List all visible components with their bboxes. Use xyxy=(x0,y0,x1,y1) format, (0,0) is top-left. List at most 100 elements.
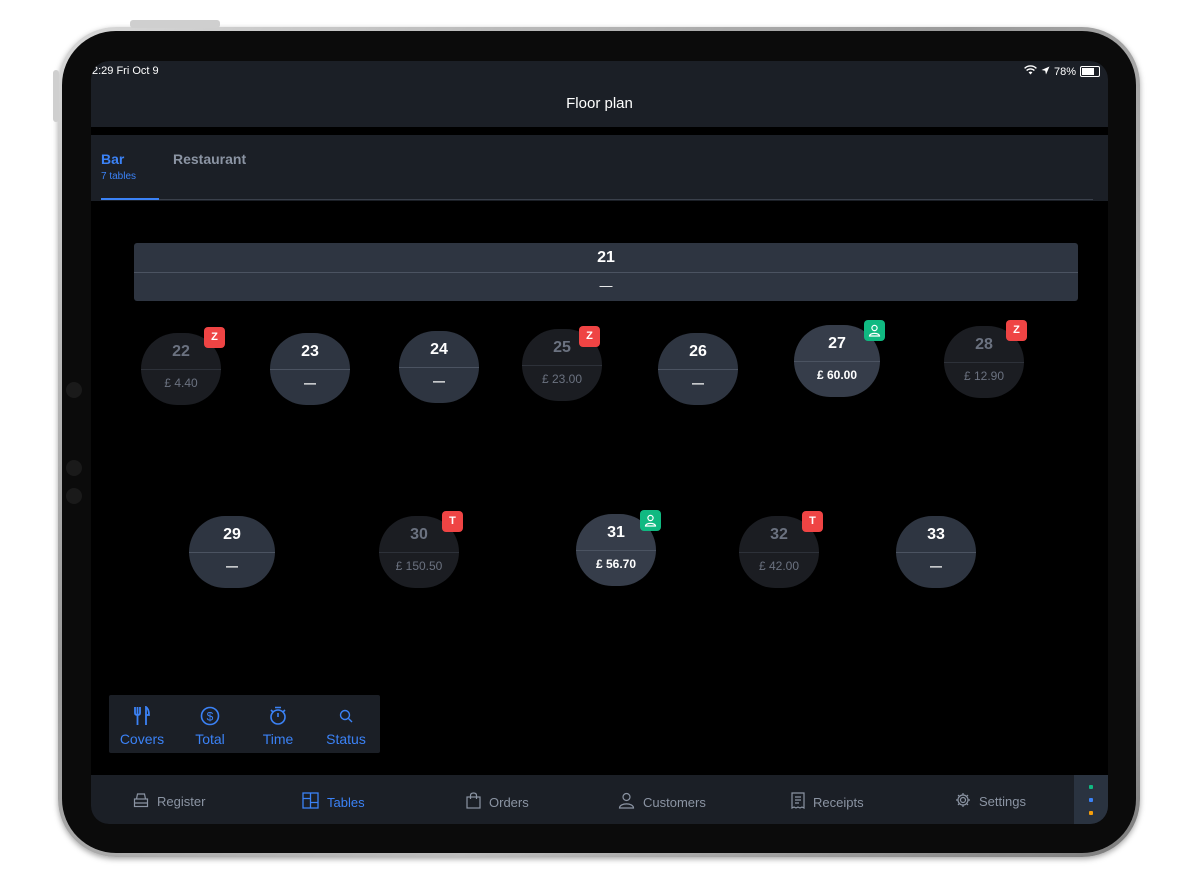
view-covers-button[interactable]: Covers xyxy=(117,705,167,747)
tab-register[interactable]: Register xyxy=(133,792,205,811)
location-icon xyxy=(1041,66,1050,78)
tab-label: Bar xyxy=(101,151,125,167)
tab-label: Customers xyxy=(643,794,706,810)
active-tab-indicator xyxy=(101,198,159,200)
person-icon xyxy=(864,320,885,341)
customers-icon xyxy=(618,792,635,812)
tab-restaurant[interactable]: Restaurant xyxy=(173,151,246,167)
divider xyxy=(379,552,459,553)
receipt-icon xyxy=(791,792,805,812)
divider xyxy=(576,550,656,551)
view-label: Status xyxy=(326,731,366,747)
status-dot xyxy=(1089,785,1093,789)
bag-icon xyxy=(466,792,481,812)
view-label: Covers xyxy=(119,731,165,747)
divider xyxy=(896,552,976,553)
tab-label: Restaurant xyxy=(173,151,247,167)
divider xyxy=(522,365,602,366)
table-value: £ 56.70 xyxy=(595,557,637,571)
table-number: 26 xyxy=(689,343,707,360)
view-time-button[interactable]: Time xyxy=(255,705,301,747)
tables-icon xyxy=(302,792,319,812)
table-29[interactable]: 29 — xyxy=(189,516,275,588)
tab-label: Tables xyxy=(327,794,365,810)
table-value: £ 60.00 xyxy=(816,368,858,382)
cutlery-icon xyxy=(117,705,167,727)
sensor xyxy=(66,382,82,398)
table-value: £ 150.50 xyxy=(395,559,443,573)
tab-label: Receipts xyxy=(813,794,864,810)
status-dot xyxy=(1089,811,1093,815)
status-badge: T xyxy=(802,511,823,532)
gear-icon xyxy=(955,792,971,811)
table-number: 21 xyxy=(597,249,615,266)
table-21[interactable]: 21 — xyxy=(134,243,1078,301)
table-24[interactable]: 24 — xyxy=(399,331,479,403)
view-label: Time xyxy=(262,731,294,747)
divider xyxy=(399,367,479,368)
tab-label: Settings xyxy=(979,794,1026,809)
top-button xyxy=(130,20,220,28)
view-status-button[interactable]: Status xyxy=(321,705,371,747)
tab-customers[interactable]: Customers xyxy=(618,792,706,812)
table-33[interactable]: 33 — xyxy=(896,516,976,588)
status-indicator-strip xyxy=(1074,775,1108,824)
status-badge: Z xyxy=(1006,320,1027,341)
divider xyxy=(944,362,1024,363)
table-value: £ 23.00 xyxy=(541,372,583,386)
table-value: — xyxy=(226,559,238,573)
tab-settings[interactable]: Settings xyxy=(955,792,1026,811)
tab-label: Register xyxy=(157,794,206,809)
divider xyxy=(739,552,819,553)
status-badge: T xyxy=(442,511,463,532)
tab-bar[interactable]: Bar 7 tables xyxy=(101,151,136,182)
table-value: — xyxy=(433,374,445,388)
search-icon xyxy=(321,705,371,727)
view-label: Total xyxy=(195,731,225,747)
view-total-button[interactable]: $ Total xyxy=(187,705,233,747)
table-number: 23 xyxy=(301,343,319,360)
tab-label: Orders xyxy=(489,794,529,810)
table-26[interactable]: 26 — xyxy=(658,333,738,405)
divider xyxy=(134,272,1078,273)
divider xyxy=(159,199,1093,200)
table-value: £ 42.00 xyxy=(758,559,800,573)
svg-text:$: $ xyxy=(207,710,214,724)
divider xyxy=(141,369,221,370)
navigation-bar: Floor plan xyxy=(91,81,1108,127)
tab-receipts[interactable]: Receipts xyxy=(791,792,864,812)
area-tabs: Bar 7 tables Restaurant xyxy=(91,135,1108,201)
battery-icon xyxy=(1080,66,1100,77)
tab-orders[interactable]: Orders xyxy=(466,792,529,812)
battery-percent: 78% xyxy=(1053,65,1076,78)
status-badge: Z xyxy=(579,326,600,347)
stopwatch-icon xyxy=(255,705,301,727)
bottom-tab-bar: Register Tables Orders Customers Receipt… xyxy=(91,775,1108,824)
table-number: 33 xyxy=(927,526,945,543)
table-value: £ 12.90 xyxy=(963,369,1005,383)
table-23[interactable]: 23 — xyxy=(270,333,350,405)
wifi-icon xyxy=(1024,65,1037,78)
status-indicators: 78% xyxy=(1024,65,1100,78)
divider xyxy=(270,369,350,370)
table-value: — xyxy=(304,376,316,390)
sensor xyxy=(66,488,82,504)
dollar-icon: $ xyxy=(187,705,233,727)
table-value: — xyxy=(930,559,942,573)
divider xyxy=(658,369,738,370)
table-number: 24 xyxy=(430,341,448,358)
divider xyxy=(794,361,880,362)
screen: 2:29 Fri Oct 9 78% Floor plan Bar 7 tabl… xyxy=(91,61,1108,824)
view-options-bar: Covers $ Total Time Status xyxy=(109,695,380,753)
table-value: — xyxy=(599,278,613,293)
tab-tables[interactable]: Tables xyxy=(302,792,365,812)
divider xyxy=(91,127,1108,135)
table-value: — xyxy=(692,376,704,390)
tab-table-count: 7 tables xyxy=(101,171,137,182)
divider xyxy=(189,552,275,553)
status-dot xyxy=(1089,798,1093,802)
page-title: Floor plan xyxy=(566,95,633,112)
side-button xyxy=(53,70,59,122)
status-bar: 2:29 Fri Oct 9 78% xyxy=(91,61,1108,81)
register-icon xyxy=(133,792,149,811)
